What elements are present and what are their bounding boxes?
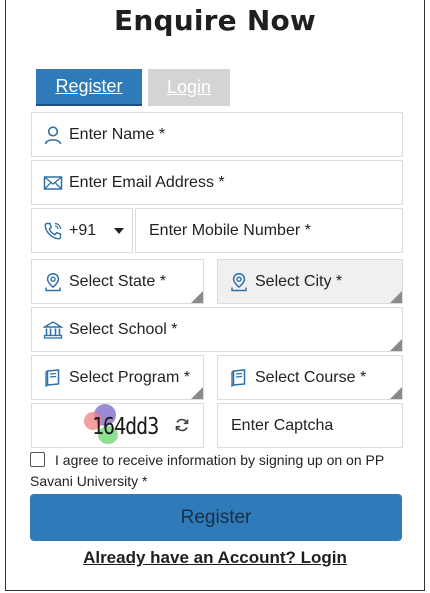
resize-corner-icon xyxy=(191,387,203,399)
resize-corner-icon xyxy=(390,387,402,399)
city-select[interactable]: Select City * xyxy=(217,259,403,304)
name-field[interactable]: Enter Name * xyxy=(31,112,403,157)
captcha-placeholder: Enter Captcha xyxy=(231,416,334,434)
captcha-code: 164dd3 xyxy=(92,411,159,440)
email-placeholder: Enter Email Address * xyxy=(69,173,225,191)
school-select[interactable]: Select School * xyxy=(31,307,403,352)
resize-corner-icon xyxy=(191,291,203,303)
location-pin-icon xyxy=(229,272,249,292)
country-code-value: +91 xyxy=(69,221,97,239)
city-placeholder: Select City * xyxy=(255,272,343,290)
chevron-down-icon xyxy=(114,227,125,234)
user-icon xyxy=(43,125,63,145)
program-placeholder: Select Program * xyxy=(69,368,190,386)
tab-login[interactable]: Login xyxy=(148,69,230,106)
login-link[interactable]: Already have an Account? Login xyxy=(0,548,430,568)
envelope-icon xyxy=(43,173,63,193)
tab-register[interactable]: Register xyxy=(36,69,142,106)
phone-icon xyxy=(43,221,63,241)
captcha-box: 164dd3 xyxy=(31,403,204,448)
name-placeholder: Enter Name * xyxy=(69,125,166,143)
book-icon xyxy=(43,368,63,388)
form-title: Enquire Now xyxy=(114,4,316,37)
institution-icon xyxy=(43,320,63,340)
resize-corner-icon xyxy=(390,339,402,351)
register-button[interactable]: Register xyxy=(30,494,402,541)
consent-label: I agree to receive information by signin… xyxy=(30,452,384,489)
school-placeholder: Select School * xyxy=(69,320,178,338)
mobile-field[interactable]: Enter Mobile Number * xyxy=(135,208,403,253)
consent-row: I agree to receive information by signin… xyxy=(30,450,402,492)
resize-corner-icon xyxy=(390,291,402,303)
captcha-input[interactable]: Enter Captcha xyxy=(217,403,403,448)
mobile-placeholder: Enter Mobile Number * xyxy=(149,221,311,239)
refresh-icon[interactable] xyxy=(174,417,190,433)
captcha-image: 164dd3 xyxy=(84,403,159,446)
email-field[interactable]: Enter Email Address * xyxy=(31,160,403,205)
consent-checkbox[interactable] xyxy=(30,452,45,467)
state-placeholder: Select State * xyxy=(69,272,166,290)
location-pin-icon xyxy=(43,272,63,292)
book-icon xyxy=(229,368,249,388)
course-select[interactable]: Select Course * xyxy=(217,355,403,400)
state-select[interactable]: Select State * xyxy=(31,259,204,304)
country-code-select[interactable]: +91 xyxy=(31,208,133,253)
program-select[interactable]: Select Program * xyxy=(31,355,204,400)
course-placeholder: Select Course * xyxy=(255,368,367,386)
